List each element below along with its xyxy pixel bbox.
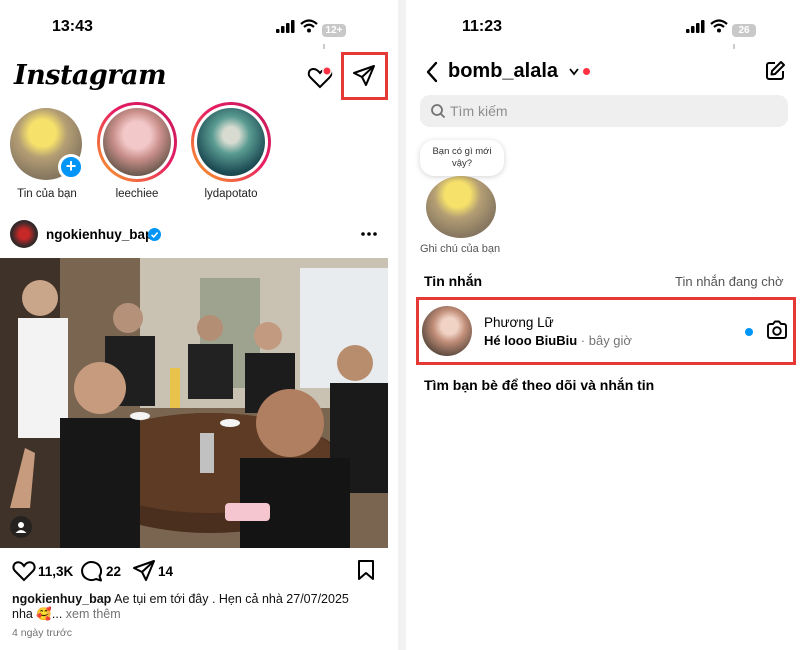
battery-icon: 26 [732,20,758,56]
wifi-icon [300,19,318,33]
share-count[interactable]: 14 [158,564,173,579]
comment-icon[interactable] [80,560,102,582]
instagram-logo: Instagram [14,60,167,91]
back-chevron-icon[interactable] [424,60,440,84]
caption-line2: nha 🥰... xem thêm [12,607,121,622]
story-label: Tin của bạn [17,188,77,200]
user-tag-icon[interactable] [10,516,32,538]
search-bar[interactable]: Tìm kiếm [420,95,788,127]
paper-plane-icon[interactable] [352,64,376,88]
story-avatar [103,108,171,176]
signal-icon [276,20,295,33]
instagram-feed-screen: 13:43 12+ Instagram + Tin của bạn leechi… [0,0,398,650]
account-username[interactable]: bomb_alala [448,60,558,83]
more-icon[interactable] [360,231,378,237]
post-username[interactable]: ngokienhuy_bap [46,227,153,242]
note-label: Ghi chú của bạn [420,243,501,255]
story-label: lydapotato [204,188,258,200]
messages-section-label: Tin nhắn [424,273,483,289]
caption-continuation: nha 🥰... [12,607,63,621]
status-time: 11:23 [462,18,503,35]
story-lydapotato[interactable] [191,102,271,182]
compose-icon[interactable] [764,60,786,82]
message-requests-link[interactable]: Tin nhắn đang chờ [675,274,784,289]
note-bubble-line2: vậy? [451,158,473,169]
wifi-icon [710,19,728,33]
battery-icon: 12+ [322,20,348,56]
post-photo-image [0,258,388,548]
like-heart-icon[interactable] [12,560,36,582]
find-friends-label[interactable]: Tìm bạn bè để theo dõi và nhắn tin [424,377,654,393]
search-placeholder: Tìm kiếm [450,103,508,119]
like-count[interactable]: 11,3K [38,564,73,579]
status-time: 13:43 [52,18,93,35]
story-label: leechiee [115,188,159,200]
caption-text: Ae tụi em tới đây . Hẹn cả nhà 27/07/202… [114,592,349,606]
divider [398,0,406,650]
verified-badge-icon [148,228,161,241]
status-icons: 26 [686,19,758,50]
note-avatar[interactable] [426,176,496,238]
story-leechiee[interactable] [97,102,177,182]
chevron-down-icon[interactable] [568,67,580,77]
caption-username[interactable]: ngokienhuy_bap [12,592,111,606]
highlight-box-conversation [416,297,796,365]
post-avatar[interactable] [10,220,38,248]
post-caption: ngokienhuy_bap Ae tụi em tới đây . Hẹn c… [12,592,392,607]
note-bubble-line1: Bạn có gì mới [432,146,492,157]
status-icons: 12+ [276,19,348,50]
comment-count[interactable]: 22 [106,564,121,579]
see-more-link[interactable]: xem thêm [66,607,121,621]
your-story[interactable]: + [10,108,84,182]
note-bubble[interactable]: Bạn có gì mới vậy? [420,140,504,176]
direct-messages-screen: 11:23 26 bomb_alala Tìm kiếm Bạn có gì m… [406,0,800,650]
search-icon [431,104,446,119]
add-story-icon[interactable]: + [58,154,84,180]
bookmark-icon[interactable] [356,559,376,581]
post-time: 4 ngày trước [12,627,73,639]
heart-icon[interactable] [307,66,333,90]
notification-dot [583,68,590,75]
signal-icon [686,20,705,33]
share-plane-icon[interactable] [132,559,156,583]
post-photo[interactable] [0,258,388,548]
story-avatar [197,108,265,176]
